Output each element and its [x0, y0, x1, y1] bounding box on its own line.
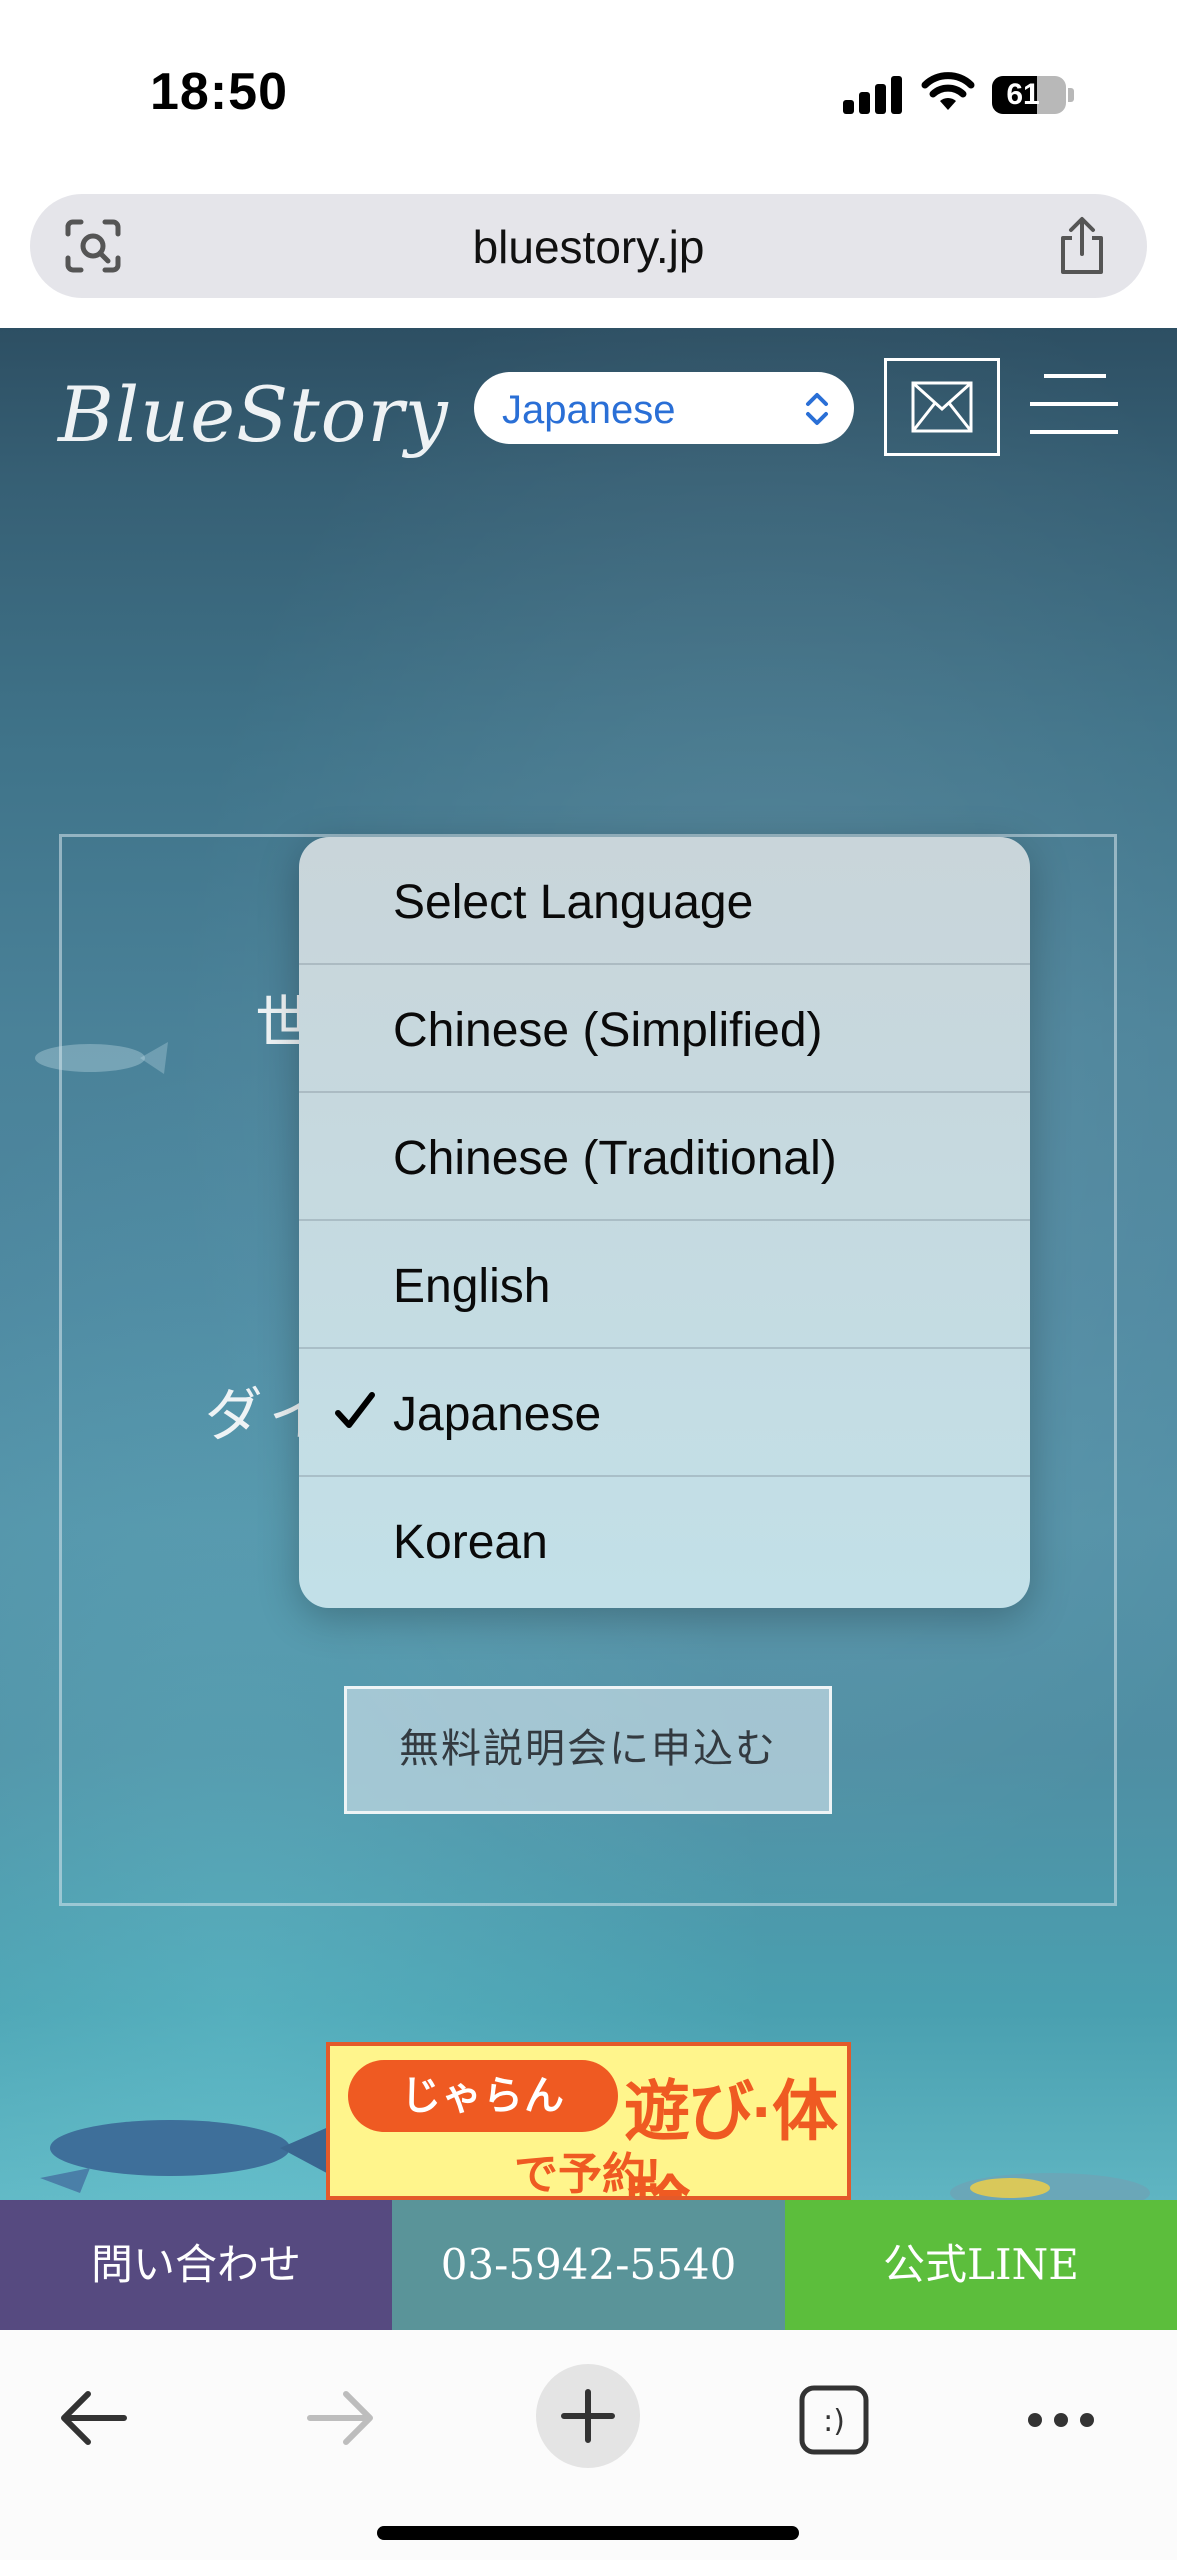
- signal-icon: [843, 76, 903, 114]
- battery-icon: 61: [992, 76, 1066, 114]
- back-arrow-icon[interactable]: [56, 2388, 130, 2448]
- share-icon[interactable]: [1055, 216, 1109, 276]
- option-chinese-traditional[interactable]: Chinese (Traditional): [299, 1093, 1030, 1221]
- option-label: Chinese (Simplified): [393, 1004, 823, 1057]
- tabs-icon[interactable]: :): [798, 2384, 870, 2456]
- line-button[interactable]: 公式LINE: [785, 2200, 1177, 2330]
- chevron-updown-icon: [806, 393, 828, 425]
- fish-decoration: [40, 2120, 340, 2193]
- option-select-language[interactable]: Select Language: [299, 837, 1030, 965]
- new-tab-button[interactable]: [536, 2364, 640, 2468]
- jalan-logo: じゃらん: [348, 2060, 618, 2132]
- address-bar[interactable]: bluestory.jp: [30, 194, 1147, 298]
- phone-button[interactable]: 03-5942-5540: [392, 2200, 785, 2330]
- battery-level: 61: [1006, 78, 1040, 111]
- forward-arrow-icon[interactable]: [304, 2388, 378, 2448]
- plus-icon: [561, 2389, 615, 2443]
- url-text[interactable]: bluestory.jp: [30, 220, 1147, 274]
- status-bar: 18:50 61: [0, 0, 1177, 190]
- free-seminar-button[interactable]: 無料説明会に申込む: [344, 1686, 832, 1814]
- option-label: Korean: [393, 1516, 548, 1569]
- option-chinese-simplified[interactable]: Chinese (Simplified): [299, 965, 1030, 1093]
- language-select-value: Japanese: [502, 388, 676, 432]
- web-content: BlueStory Japanese 世 最短4日間で ダイビング国際ライセンス…: [0, 328, 1177, 2200]
- banner-subtitle: で予約!: [514, 2150, 661, 2199]
- hamburger-menu-icon[interactable]: [1030, 372, 1118, 438]
- option-korean[interactable]: Korean: [299, 1477, 1030, 1605]
- fish-decoration: [950, 2173, 1150, 2200]
- more-icon[interactable]: [1026, 2410, 1096, 2430]
- fish-decoration: [35, 1042, 168, 1074]
- checkmark-icon: [335, 1392, 375, 1428]
- mail-button[interactable]: [884, 358, 1000, 456]
- jalan-banner[interactable]: じゃらん 遊び·体験 で予約!: [326, 2042, 851, 2200]
- inquiry-button[interactable]: 問い合わせ: [0, 2200, 392, 2330]
- mail-icon: [911, 381, 973, 433]
- wifi-icon: [921, 72, 975, 110]
- battery-tip: [1068, 88, 1074, 102]
- status-time: 18:50: [150, 63, 288, 121]
- option-english[interactable]: English: [299, 1221, 1030, 1349]
- option-label: English: [393, 1260, 551, 1313]
- svg-text::): :): [823, 2404, 845, 2439]
- site-logo[interactable]: BlueStory: [58, 370, 449, 459]
- option-label: Select Language: [393, 876, 754, 929]
- option-label: Japanese: [393, 1388, 602, 1441]
- language-select[interactable]: Japanese: [474, 372, 854, 444]
- browser-toolbar: :): [0, 2330, 1177, 2560]
- contact-bar: 問い合わせ 03-5942-5540 公式LINE: [0, 2200, 1177, 2330]
- option-japanese[interactable]: Japanese: [299, 1349, 1030, 1477]
- option-label: Chinese (Traditional): [393, 1132, 837, 1185]
- language-dropdown[interactable]: Select Language Chinese (Simplified) Chi…: [299, 837, 1030, 1608]
- home-indicator: [377, 2526, 799, 2540]
